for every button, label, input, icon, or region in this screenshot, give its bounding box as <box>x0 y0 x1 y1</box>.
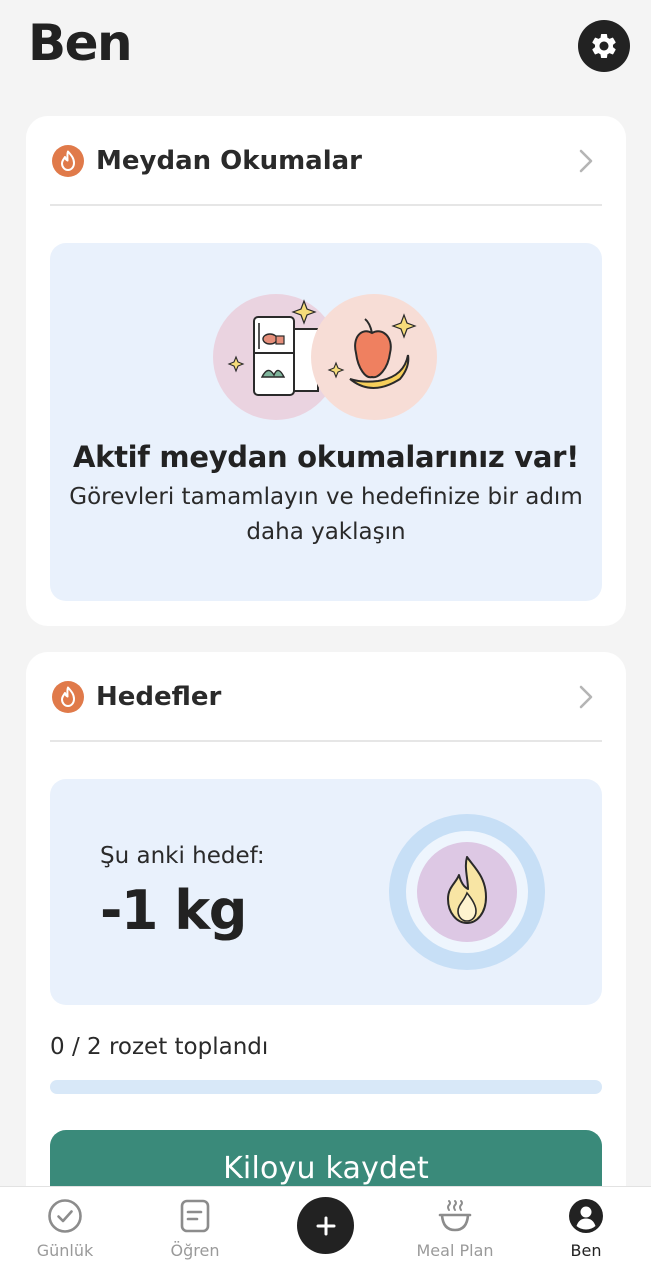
header: Ben <box>0 0 651 100</box>
plus-icon <box>316 1216 335 1235</box>
check-circle-icon <box>48 1199 82 1233</box>
tab-label: Günlük <box>36 1241 94 1260</box>
current-goal-value: -1 kg <box>100 879 247 942</box>
goals-card-header[interactable]: Hedefler <box>52 680 600 714</box>
badge-count: 0 / 2 rozet toplandı <box>50 1034 269 1060</box>
challenges-title: Meydan Okumalar <box>96 146 362 176</box>
divider <box>50 740 602 742</box>
chevron-right-icon[interactable] <box>578 684 594 710</box>
current-goal-label: Şu anki hedef: <box>100 843 265 869</box>
chevron-right-icon[interactable] <box>578 148 594 174</box>
flame-icon <box>52 145 84 177</box>
profile-icon <box>569 1199 603 1233</box>
gear-icon <box>592 33 616 58</box>
tab-label: Meal Plan <box>416 1241 494 1260</box>
tab-ben[interactable]: Ben <box>521 1187 651 1280</box>
divider <box>50 204 602 206</box>
current-goal-panel[interactable]: Şu anki hedef: -1 kg <box>50 779 602 1005</box>
goal-flame-icon <box>389 814 545 970</box>
page-title: Ben <box>28 14 133 72</box>
challenges-illustration <box>213 294 437 420</box>
add-button[interactable] <box>297 1197 354 1254</box>
tab-label: Öğren <box>170 1241 220 1260</box>
tab-bar: Günlük Öğren Meal Plan Ben <box>0 1186 651 1280</box>
badge-progress-bar <box>50 1080 602 1094</box>
settings-button[interactable] <box>578 20 630 72</box>
document-icon <box>180 1199 210 1233</box>
challenges-card[interactable]: Meydan Okumalar Aktif meydan okumalarını… <box>26 116 626 626</box>
challenges-subtitle: Görevleri tamamlayın ve hedefinize bir a… <box>69 484 583 545</box>
goals-title: Hedefler <box>96 682 222 712</box>
flame-icon <box>52 681 84 713</box>
bowl-icon <box>438 1200 472 1232</box>
challenges-card-header[interactable]: Meydan Okumalar <box>52 144 600 178</box>
tab-ogren[interactable]: Öğren <box>130 1187 260 1280</box>
challenges-heading: Aktif meydan okumalarınız var! <box>72 440 580 474</box>
tab-gunluk[interactable]: Günlük <box>0 1187 130 1280</box>
tab-label: Ben <box>570 1241 602 1260</box>
tab-meal-plan[interactable]: Meal Plan <box>390 1187 520 1280</box>
